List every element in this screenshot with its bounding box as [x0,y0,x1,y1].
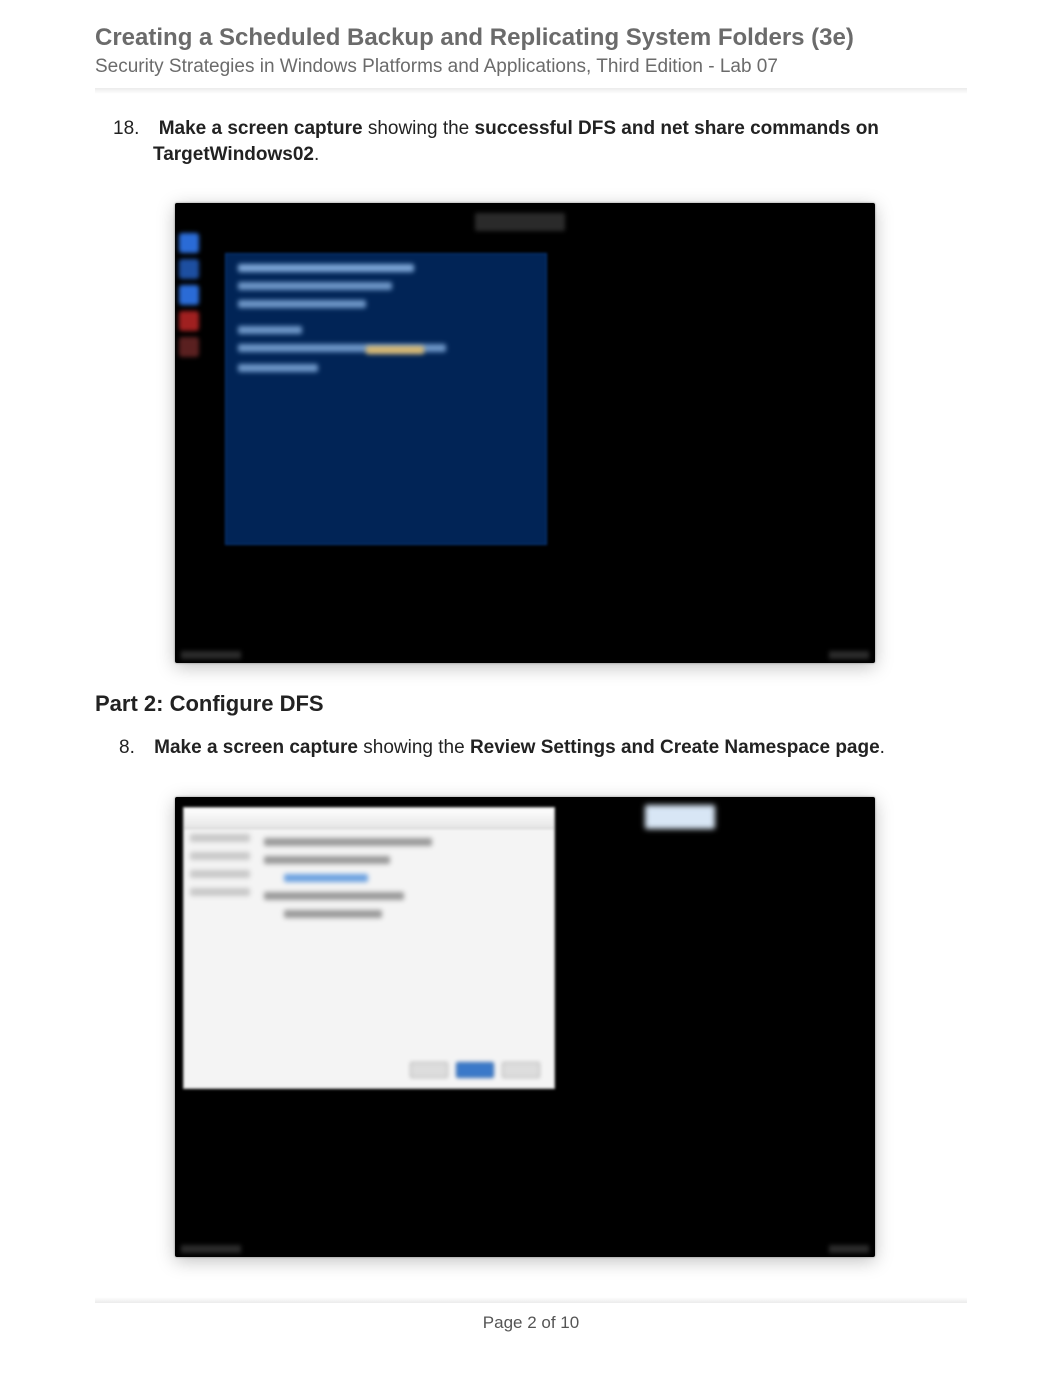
wizard-step [190,834,250,842]
wizard-dialog [183,807,555,1089]
screenshot-1 [175,203,875,663]
console-line [238,264,414,272]
step-18: Make a screen capture showing the succes… [145,116,967,167]
page-subtitle: Security Strategies in Windows Platforms… [95,56,967,78]
screenshot-2 [175,797,875,1257]
actions-panel [645,805,715,829]
part-2-heading: Part 2: Configure DFS [95,691,967,717]
taskbar-icon [179,311,199,331]
dialog-button [502,1062,540,1078]
wizard-content [264,838,544,928]
wizard-step [190,852,250,860]
powershell-window [225,253,547,545]
page-footer: Page 2 of 10 [95,1313,967,1333]
dialog-titlebar [184,808,554,829]
content-line [284,910,382,918]
step-8: Make a screen capture showing the Review… [145,735,967,761]
taskbar-icon [179,285,199,305]
step-8-bold-prefix: Make a screen capture [154,737,358,758]
step-18-period: . [314,144,319,165]
dialog-buttons [410,1062,540,1078]
wizard-step [190,888,250,896]
window-tab [475,213,565,231]
taskbar-left [181,651,241,659]
footer-divider [95,1297,967,1303]
taskbar-right [829,651,869,659]
step-8-bold-suffix: Review Settings and Create Namespace pag… [470,737,880,758]
taskbar-icons [179,233,199,363]
step-18-bold-prefix: Make a screen capture [159,118,363,139]
dialog-button-primary [456,1062,494,1078]
console-line [238,326,302,334]
content-line [264,856,390,864]
taskbar-right [829,1245,869,1253]
content-line [264,838,432,846]
content-line [284,874,368,882]
wizard-steps [190,834,250,906]
console-line [238,282,392,290]
screenshot-1-container [175,203,967,663]
console-line [366,346,424,354]
taskbar-icon [179,233,199,253]
console-line [238,364,318,372]
content-line [264,892,404,900]
taskbar-left [181,1245,241,1253]
dialog-button [410,1062,448,1078]
taskbar-icon [179,259,199,279]
console-line [238,300,366,308]
header-divider [95,88,967,94]
page-title: Creating a Scheduled Backup and Replicat… [95,24,967,52]
page-header: Creating a Scheduled Backup and Replicat… [95,24,967,78]
screenshot-2-container [175,797,967,1257]
taskbar-icon [179,337,199,357]
step-8-middle: showing the [358,737,470,758]
step-list-18: Make a screen capture showing the succes… [95,116,967,167]
wizard-step [190,870,250,878]
step-18-middle: showing the [363,118,475,139]
document-page: Creating a Scheduled Backup and Replicat… [0,0,1062,1376]
step-list-8: Make a screen capture showing the Review… [95,735,967,761]
step-8-period: . [880,737,885,758]
